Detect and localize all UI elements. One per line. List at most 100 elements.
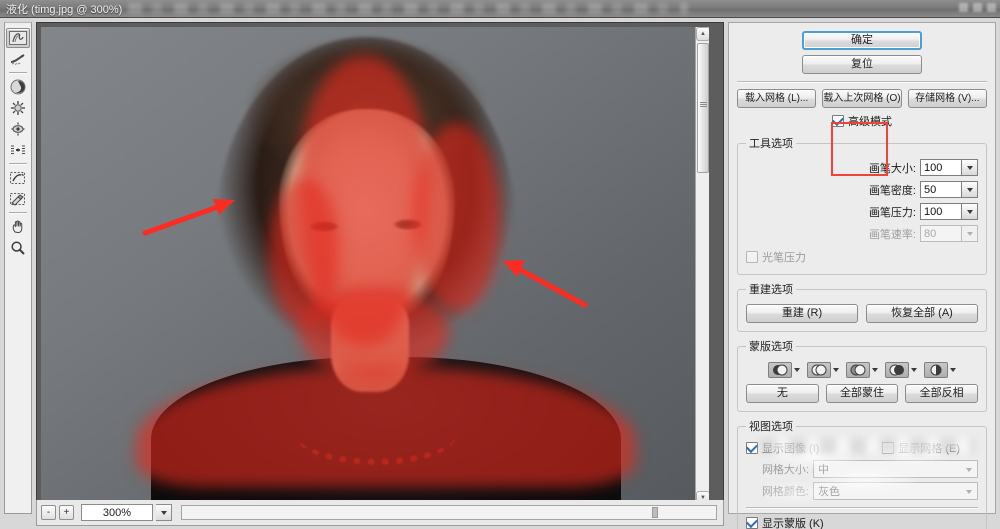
reconstruct-options-legend: 重建选项 — [749, 284, 793, 296]
mask-none-button[interactable]: 无 — [746, 384, 819, 403]
advanced-mode-row: 高级模式 — [737, 113, 987, 129]
vertical-scroll-thumb[interactable] — [697, 43, 709, 173]
brush-size-label: 画笔大小: — [868, 162, 916, 175]
maximize-icon[interactable] — [973, 3, 982, 12]
chevron-down-icon[interactable] — [950, 368, 956, 372]
pucker-tool[interactable] — [6, 98, 30, 118]
tool-separator — [9, 212, 27, 214]
mask-mode-buttons — [746, 362, 978, 378]
ok-button[interactable]: 确定 — [802, 31, 922, 50]
mask-invert-all-button[interactable]: 全部反相 — [905, 384, 979, 403]
chevron-down-icon — [966, 165, 973, 170]
reconstruct-tool[interactable] — [6, 49, 30, 69]
zoom-out-button[interactable]: - — [41, 505, 56, 520]
mask-add-icon — [807, 362, 831, 378]
zoom-dropdown-button[interactable] — [156, 504, 172, 521]
brush-pressure-dropdown-button[interactable] — [962, 203, 978, 220]
window-controls[interactable] — [959, 3, 996, 12]
tools-panel — [4, 22, 32, 514]
brush-size-input[interactable] — [920, 159, 962, 176]
show-mesh-checkbox[interactable]: 显示网格 (E) — [882, 440, 960, 456]
push-left-tool[interactable] — [6, 140, 30, 160]
reconstruct-button[interactable]: 重建 (R) — [746, 304, 858, 323]
hand-tool[interactable] — [6, 217, 30, 237]
zoom-level-value[interactable]: 300% — [81, 504, 153, 521]
tool-separator — [9, 72, 27, 74]
restore-all-button[interactable]: 恢复全部 (A) — [866, 304, 978, 323]
mask-options-legend: 蒙版选项 — [749, 341, 793, 353]
show-image-label: 显示图像 (I) — [762, 443, 820, 455]
chevron-down-icon — [966, 490, 972, 494]
liquify-mask-overlay — [299, 287, 449, 377]
view-toggles-row: 显示图像 (I) 显示网格 (E) — [746, 440, 978, 456]
chevron-down-icon — [966, 187, 973, 192]
chevron-down-icon — [160, 510, 167, 515]
brush-size-dropdown-button[interactable] — [962, 159, 978, 176]
mesh-buttons-row: 载入网格 (L)... 载入上次网格 (O) 存储网格 (V)... — [737, 89, 987, 108]
brush-pressure-input[interactable] — [920, 203, 962, 220]
annotation-arrow-right — [481, 249, 591, 309]
mask-mode-replace[interactable] — [768, 362, 800, 378]
brush-rate-label: 画笔速率: — [868, 228, 916, 241]
tool-options-group: 工具选项 画笔大小: 画笔密度: 画笔压力: — [737, 135, 987, 275]
forward-warp-tool[interactable] — [6, 28, 30, 48]
bloat-tool[interactable] — [6, 119, 30, 139]
load-last-mesh-button[interactable]: 载入上次网格 (O) — [822, 89, 902, 108]
mask-invert-icon — [924, 362, 948, 378]
chevron-down-icon — [966, 209, 973, 214]
freeze-mask-tool[interactable] — [6, 168, 30, 188]
scroll-up-icon[interactable]: ▲ — [696, 27, 709, 41]
horizontal-scroll-thumb[interactable] — [651, 507, 658, 518]
brush-size-row: 画笔大小: — [746, 158, 978, 177]
image-canvas[interactable]: ▲ ▼ — [36, 22, 724, 514]
brush-rate-dropdown-button — [962, 225, 978, 242]
mask-mode-intersect[interactable] — [885, 362, 917, 378]
reconstruct-options-group: 重建选项 重建 (R) 恢复全部 (A) — [737, 281, 987, 332]
window-title: 液化 (timg.jpg @ 300%) — [6, 3, 123, 16]
canvas-vertical-scrollbar[interactable]: ▲ ▼ — [695, 27, 709, 505]
chevron-down-icon — [966, 231, 973, 236]
minimize-icon[interactable] — [959, 3, 968, 12]
canvas-horizontal-scrollbar[interactable] — [181, 505, 717, 520]
mask-mode-subtract[interactable] — [846, 362, 878, 378]
brush-size-stepper[interactable] — [920, 159, 978, 176]
checkbox-checked-icon — [746, 517, 758, 529]
close-icon[interactable] — [987, 3, 996, 12]
mask-all-button[interactable]: 全部蒙住 — [825, 384, 899, 403]
brush-density-dropdown-button[interactable] — [962, 181, 978, 198]
brush-rate-input — [920, 225, 962, 242]
stylus-pressure-checkbox: 光笔压力 — [746, 249, 806, 265]
chevron-down-icon[interactable] — [911, 368, 917, 372]
brush-pressure-stepper[interactable] — [920, 203, 978, 220]
advanced-mode-checkbox[interactable]: 高级模式 — [832, 113, 892, 129]
show-mask-checkbox[interactable]: 显示蒙版 (K) — [746, 515, 824, 529]
twirl-clockwise-tool[interactable] — [6, 77, 30, 97]
mask-mode-add[interactable] — [807, 362, 839, 378]
brush-pressure-row: 画笔压力: — [746, 202, 978, 221]
zoom-in-button[interactable]: + — [59, 505, 74, 520]
brush-density-stepper[interactable] — [920, 181, 978, 198]
reset-button[interactable]: 复位 — [802, 55, 922, 74]
mask-replace-icon — [768, 362, 792, 378]
save-mesh-button[interactable]: 存储网格 (V)... — [907, 89, 987, 108]
load-mesh-button[interactable]: 载入网格 (L)... — [737, 89, 817, 108]
brush-density-input[interactable] — [920, 181, 962, 198]
zoom-tool[interactable] — [6, 238, 30, 258]
mesh-size-label: 网格大小: — [761, 464, 809, 476]
chevron-down-icon[interactable] — [794, 368, 800, 372]
thaw-mask-tool[interactable] — [6, 189, 30, 209]
show-image-checkbox[interactable]: 显示图像 (I) — [746, 440, 819, 456]
chevron-down-icon[interactable] — [872, 368, 878, 372]
mask-mode-invert[interactable] — [924, 362, 956, 378]
titlebar-watermark-blur — [128, 3, 689, 14]
brush-rate-stepper — [920, 225, 978, 242]
chevron-down-icon[interactable] — [833, 368, 839, 372]
show-mask-label: 显示蒙版 (K) — [762, 518, 824, 529]
tool-separator — [9, 163, 27, 165]
mesh-color-select: 灰色 — [813, 482, 978, 500]
photo-image — [41, 27, 709, 505]
image-viewport[interactable]: ▲ ▼ — [41, 27, 709, 505]
view-divider-1 — [746, 507, 978, 509]
brush-density-label: 画笔密度: — [868, 184, 916, 197]
show-mesh-label: 显示网格 (E) — [898, 443, 960, 455]
